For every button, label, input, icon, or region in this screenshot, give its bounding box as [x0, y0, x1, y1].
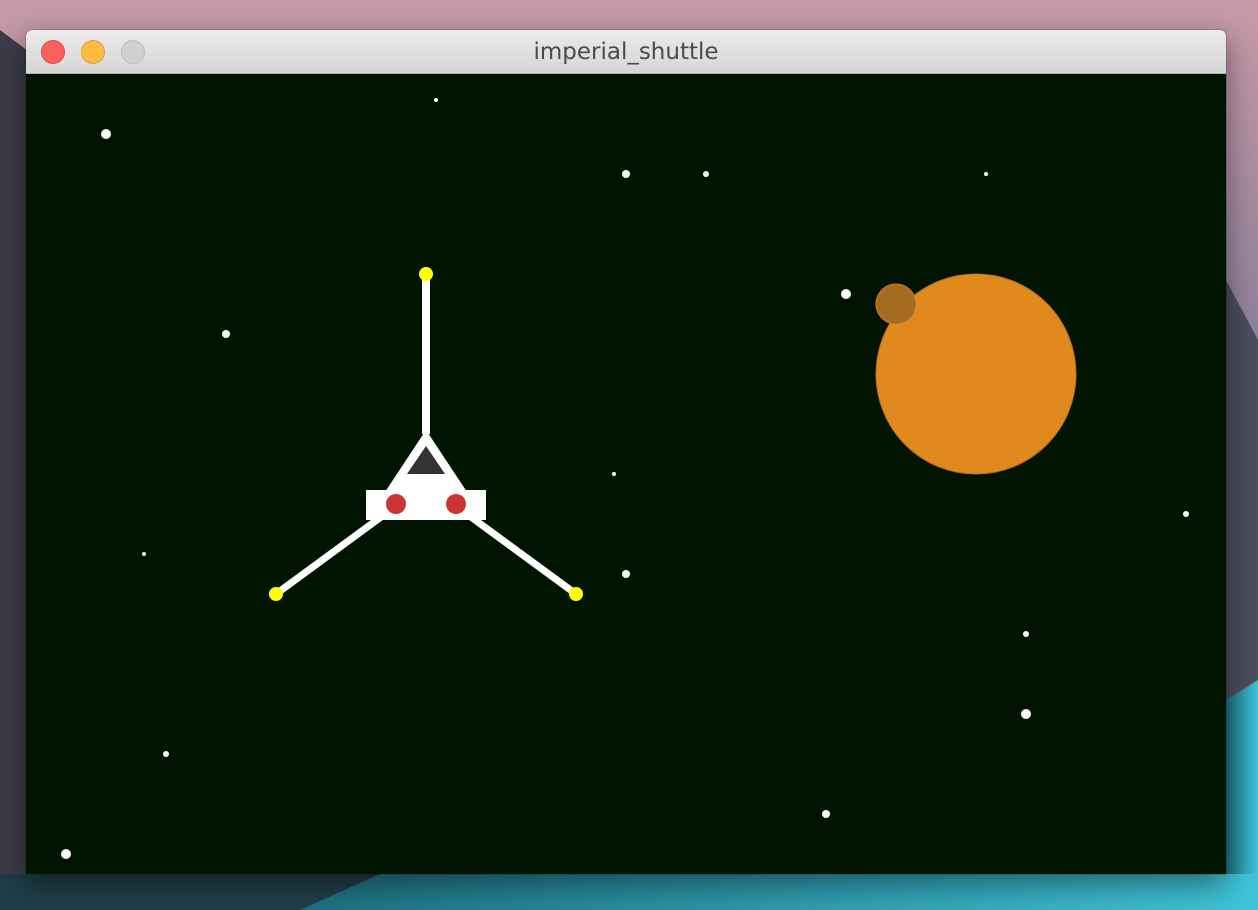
left-wing-tip-light [269, 587, 283, 601]
star [612, 472, 616, 476]
title-bar[interactable]: imperial_shuttle [26, 30, 1226, 74]
star [1021, 709, 1031, 719]
shuttle-left-light [386, 494, 406, 514]
star [1183, 511, 1189, 517]
space-background [26, 74, 1226, 874]
window-title: imperial_shuttle [533, 39, 719, 65]
planet-group [875, 273, 1077, 475]
right-wing-tip-light [569, 587, 583, 601]
desktop-background: imperial_shuttle [0, 0, 1258, 910]
star [1023, 631, 1029, 637]
star [434, 98, 438, 102]
star [703, 171, 709, 177]
star [142, 552, 146, 556]
space-scene [26, 74, 1226, 874]
star [622, 170, 630, 178]
star [822, 810, 830, 818]
star [101, 129, 111, 139]
star [222, 330, 230, 338]
star [984, 172, 988, 176]
star [841, 289, 851, 299]
star [163, 751, 169, 757]
star [61, 849, 71, 859]
top-wing-tip-light [419, 267, 433, 281]
moon [875, 283, 917, 325]
star [622, 570, 630, 578]
shuttle-hull [366, 490, 486, 520]
game-canvas[interactable] [26, 74, 1226, 874]
shuttle-right-light [446, 494, 466, 514]
app-window: imperial_shuttle [26, 30, 1226, 874]
